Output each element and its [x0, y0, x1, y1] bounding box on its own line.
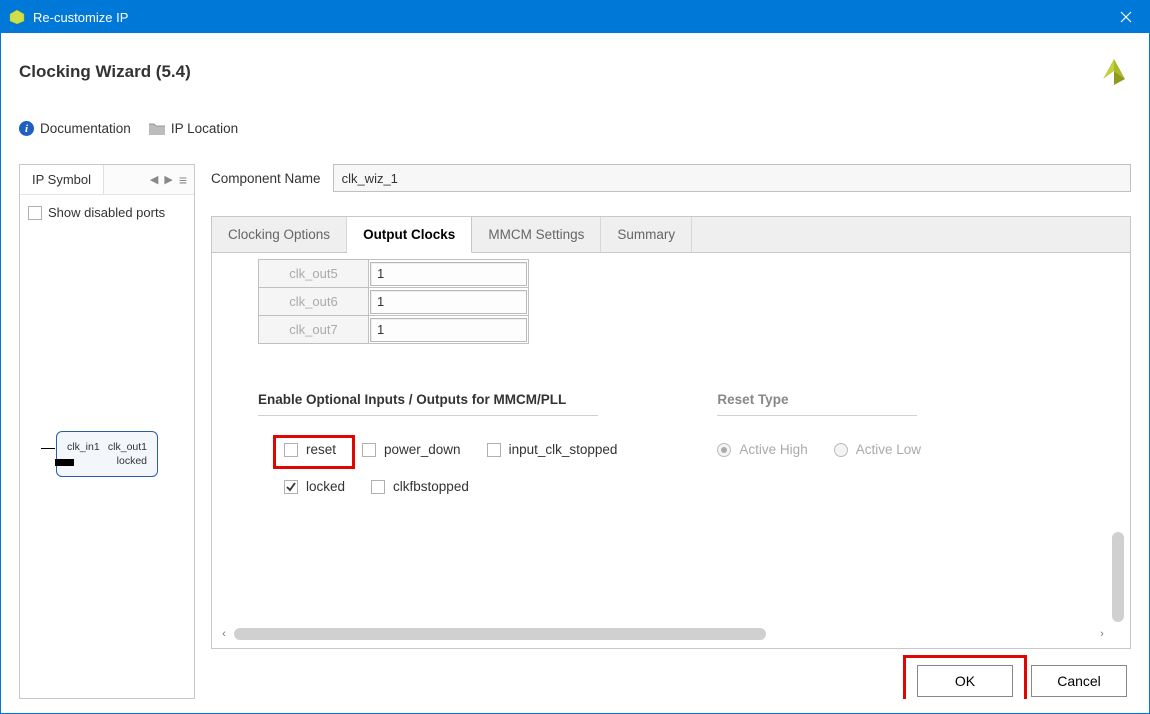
scroll-right-icon[interactable]: › — [1096, 628, 1108, 640]
ip-symbol-panel: IP Symbol ◀ ▶ ≡ Show disabled ports — [19, 164, 195, 699]
checkbox-icon — [362, 443, 376, 457]
table-row: clk_out7 1 — [259, 316, 529, 344]
vertical-scrollbar[interactable] — [1110, 257, 1126, 622]
port-clk-in1: clk_in1 — [67, 441, 100, 453]
clk-out5-value[interactable]: 1 — [370, 262, 527, 286]
tab-clocking-options[interactable]: Clocking Options — [212, 217, 347, 252]
info-icon: i — [19, 121, 34, 136]
radio-selected-icon — [717, 443, 731, 457]
nav-next-icon[interactable]: ▶ — [164, 173, 172, 186]
ip-location-label: IP Location — [171, 121, 238, 136]
enable-section-heading: Enable Optional Inputs / Outputs for MMC… — [258, 392, 598, 416]
radio-icon — [834, 443, 848, 457]
cancel-button[interactable]: Cancel — [1031, 665, 1127, 697]
horizontal-scrollbar[interactable]: ‹ › — [218, 626, 1108, 642]
link-bar: i Documentation IP Location — [19, 121, 1131, 136]
app-icon — [9, 9, 25, 25]
reset-label: reset — [306, 442, 336, 457]
titlebar: Re-customize IP — [1, 1, 1149, 33]
locked-label: locked — [306, 479, 345, 494]
tab-summary[interactable]: Summary — [601, 217, 692, 252]
ip-symbol-diagram: clk_in1 clk_out1 locked — [56, 431, 158, 477]
checkbox-icon — [487, 443, 501, 457]
scroll-left-icon[interactable]: ‹ — [218, 628, 230, 640]
scroll-thumb[interactable] — [234, 628, 766, 640]
close-button[interactable] — [1103, 1, 1149, 33]
dialog-window: Re-customize IP Clocking Wizard (5.4) i … — [0, 0, 1150, 714]
menu-icon[interactable]: ≡ — [179, 172, 186, 188]
clkfbstopped-label: clkfbstopped — [393, 479, 469, 494]
table-row: clk_out6 1 — [259, 288, 529, 316]
tab-output-clocks[interactable]: Output Clocks — [347, 217, 472, 253]
content-area: Clocking Wizard (5.4) i Documentation IP… — [1, 33, 1149, 713]
clkfbstopped-checkbox[interactable]: clkfbstopped — [371, 479, 469, 494]
clk-out6-value[interactable]: 1 — [370, 290, 527, 314]
ip-symbol-tab[interactable]: IP Symbol — [20, 165, 104, 194]
locked-checkbox[interactable]: locked — [284, 479, 345, 494]
component-name-input[interactable] — [333, 164, 1131, 192]
clk-out5-name: clk_out5 — [259, 260, 369, 288]
ip-location-link[interactable]: IP Location — [149, 121, 238, 136]
input-clk-stopped-label: input_clk_stopped — [509, 442, 618, 457]
nav-prev-icon[interactable]: ◀ — [150, 173, 158, 186]
power-down-checkbox[interactable]: power_down — [362, 442, 461, 457]
folder-icon — [149, 122, 165, 135]
reset-checkbox[interactable]: reset — [284, 442, 336, 457]
input-clk-stopped-checkbox[interactable]: input_clk_stopped — [487, 442, 618, 457]
tab-mmcm-settings[interactable]: MMCM Settings — [472, 217, 601, 252]
active-high-radio: Active High — [717, 442, 807, 457]
documentation-link[interactable]: i Documentation — [19, 121, 131, 136]
active-high-label: Active High — [739, 442, 807, 457]
ok-button[interactable]: OK — [917, 665, 1013, 697]
output-clocks-table: clk_out5 1 clk_out6 1 clk_out7 1 — [258, 259, 529, 344]
settings-tabs: Clocking Options Output Clocks MMCM Sett… — [211, 216, 1131, 649]
checkbox-checked-icon — [284, 480, 298, 494]
port-clk-out1: clk_out1 — [108, 441, 147, 453]
config-panel: Component Name Clocking Options Output C… — [211, 164, 1131, 699]
documentation-label: Documentation — [40, 121, 131, 136]
page-title: Clocking Wizard (5.4) — [19, 62, 191, 82]
table-row: clk_out5 1 — [259, 260, 529, 288]
checkbox-icon — [28, 206, 42, 220]
component-name-label: Component Name — [211, 171, 321, 186]
vendor-logo-icon — [1097, 55, 1131, 89]
window-title: Re-customize IP — [33, 10, 1103, 25]
reset-type-heading: Reset Type — [717, 392, 917, 416]
checkbox-icon — [371, 480, 385, 494]
clk-out7-name: clk_out7 — [259, 316, 369, 344]
power-down-label: power_down — [384, 442, 461, 457]
clk-out6-name: clk_out6 — [259, 288, 369, 316]
active-low-radio: Active Low — [834, 442, 921, 457]
checkbox-icon — [284, 443, 298, 457]
active-low-label: Active Low — [856, 442, 921, 457]
scroll-thumb[interactable] — [1112, 532, 1124, 622]
show-disabled-ports-checkbox[interactable]: Show disabled ports — [26, 205, 188, 220]
clk-out7-value[interactable]: 1 — [370, 318, 527, 342]
show-disabled-ports-label: Show disabled ports — [48, 205, 165, 220]
panel-nav-controls[interactable]: ◀ ▶ ≡ — [150, 172, 194, 188]
port-locked: locked — [117, 455, 147, 467]
